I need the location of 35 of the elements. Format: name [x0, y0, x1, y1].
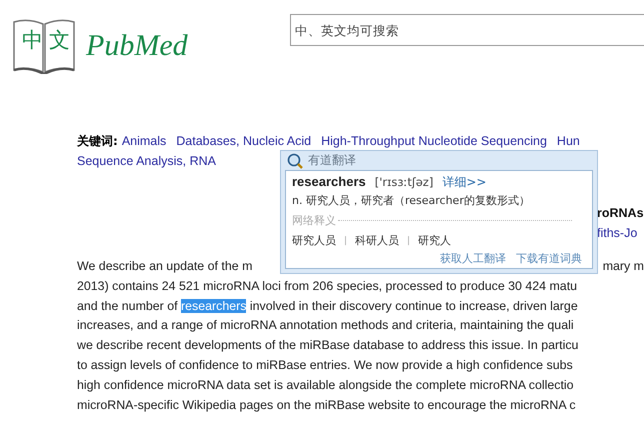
headword: researchers: [292, 174, 366, 189]
separator: |: [344, 236, 348, 246]
popup-link[interactable]: 下载有道词典: [516, 251, 582, 266]
abstract-text: We describe an update of the m: [77, 258, 252, 275]
keyword-link[interactable]: Animals: [122, 134, 166, 148]
meaning-text: 研究人: [418, 233, 452, 248]
meaning-text: 研究人员: [292, 233, 336, 248]
article-title: roRNAs: [597, 205, 644, 222]
search-icon: [287, 152, 303, 168]
abstract-text: to assign levels of confidence to miRBase entries. We now provide a high confidence subs: [77, 356, 574, 374]
abstract-text: microRNA-specific Wikipedia pages on the miRBase website to encourage the microRNA c: [77, 396, 577, 414]
logo-text: PubMed: [86, 29, 188, 63]
abstract-text: 2013) contains 24 521 microRNA loci from 206 species, processed to produce 30 424 matu: [77, 278, 578, 295]
keywords-label: 关键词:: [77, 134, 118, 148]
abstract-text: we describe recent developments of the miRBase database to address this issue. In particu: [77, 337, 580, 354]
phonetic-text: ['rɪsɜːtʃəz]: [374, 175, 434, 189]
book-icon: [12, 18, 76, 74]
keyword-link[interactable]: Sequence Analysis, RNA: [77, 154, 216, 168]
web-meaning-label: 网络释义: [292, 213, 336, 228]
abstract-text: mary m: [602, 258, 644, 275]
details-link[interactable]: 详细>>: [442, 174, 486, 191]
keyword-link[interactable]: Hun: [556, 134, 580, 148]
definition-text: n. 研究人员，研究者（researcher的复数形式）: [292, 193, 531, 208]
keyword-link[interactable]: Databases, Nucleic Acid: [176, 134, 312, 148]
popup-link[interactable]: 获取人工翻译: [440, 251, 506, 266]
keyword-link[interactable]: High-Throughput Nucleotide Sequencing: [321, 134, 547, 148]
search-field[interactable]: 中、英文均可搜索: [290, 14, 644, 46]
popup-title: 有道翻译: [308, 152, 356, 169]
logo-chinese-text: 中文: [22, 27, 76, 54]
abstract-text: increases, and a range of microRNA annotation methods and criteria, maintaining the quali: [77, 317, 575, 334]
meaning-text: 科研人员: [355, 233, 400, 248]
separator: |: [407, 236, 410, 246]
author-link[interactable]: fiths-Jo: [597, 223, 638, 243]
abstract-text: high confidence microRNA data set is available alongside the complete microRNA collectio: [77, 376, 575, 394]
abstract-text: and the number of researchers involved in their discovery continue to increase, driven large: [77, 298, 579, 315]
